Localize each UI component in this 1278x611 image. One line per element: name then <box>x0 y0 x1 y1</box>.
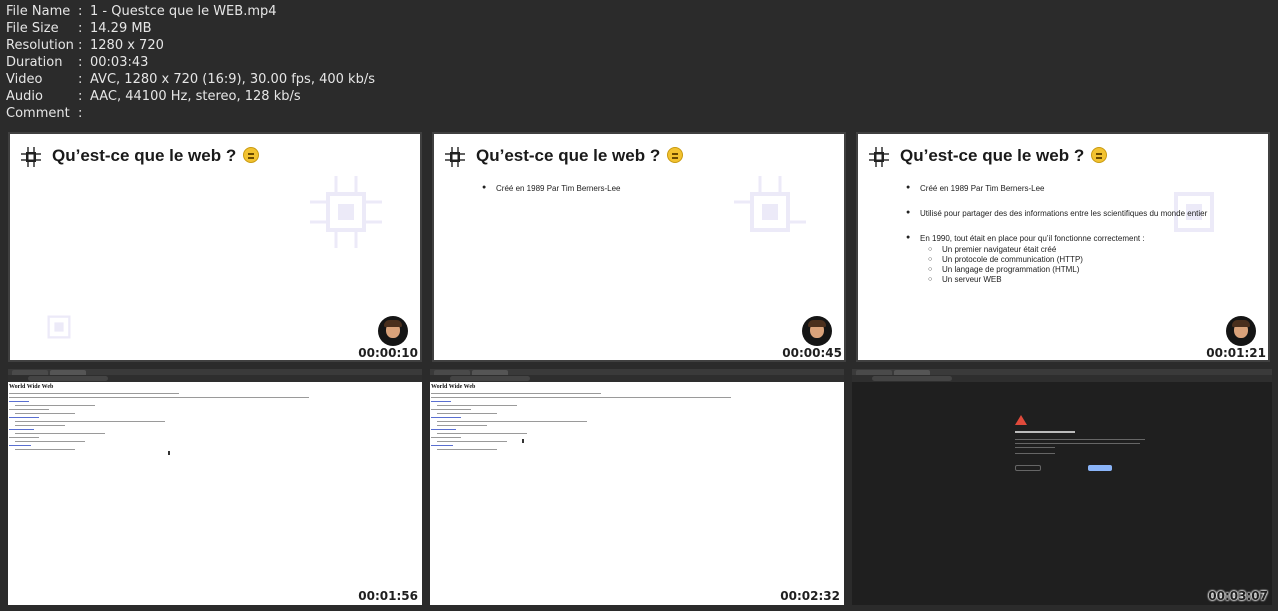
presenter-avatar <box>1226 316 1256 346</box>
mouse-cursor-icon <box>522 439 524 443</box>
bullet-item: Créé en 1989 Par Tim Berners-Lee <box>482 184 621 193</box>
info-value: 00:03:43 <box>90 55 149 70</box>
timecode: 00:02:32 <box>780 589 840 603</box>
presenter-avatar <box>378 316 408 346</box>
info-value: 1280 x 720 <box>90 38 164 53</box>
info-colon: : <box>78 21 83 36</box>
url-field <box>28 376 108 381</box>
address-bar <box>430 375 844 382</box>
info-colon: : <box>78 55 83 70</box>
slide-title-text: Qu’est-ce que le web ? <box>476 146 661 165</box>
info-row-file-size: File Size:14.29 MB <box>6 20 375 37</box>
address-bar <box>852 375 1272 382</box>
web-page: World Wide Web <box>430 382 844 450</box>
thinking-emoji-icon <box>1090 147 1107 163</box>
error-text-line <box>1015 453 1055 454</box>
address-bar <box>8 375 422 382</box>
back-to-safety-button[interactable] <box>1088 465 1112 471</box>
browser-window <box>852 369 1272 605</box>
slide-title: Qu’est-ce que le web ? <box>900 146 1107 166</box>
chip-watermark-icon <box>734 176 806 232</box>
chip-logo-icon <box>21 147 41 167</box>
thumbnail-1[interactable]: Qu’est-ce que le web ? 00:00:10 <box>8 132 422 362</box>
slide: Qu’est-ce que le web ? Créé en 1989 Par … <box>856 132 1270 362</box>
info-row-video: Video: AVC, 1280 x 720 (16:9), 30.00 fps,… <box>6 71 375 88</box>
info-value: AVC, 1280 x 720 (16:9), 30.00 fps, 400 k… <box>90 72 375 87</box>
info-colon: : <box>78 106 83 121</box>
error-text-line <box>1015 439 1145 440</box>
thumbnail-2[interactable]: Qu’est-ce que le web ? Créé en 1989 Par … <box>432 132 846 362</box>
slide-title: Qu’est-ce que le web ? <box>52 146 259 166</box>
browser-window: World Wide Web <box>8 369 422 605</box>
info-row-resolution: Resolution:1280 x 720 <box>6 37 375 54</box>
info-label: Comment <box>6 106 70 121</box>
bullet-item: En 1990, tout était en place pour qu’il … <box>906 234 1207 285</box>
presenter-avatar <box>802 316 832 346</box>
chip-logo-icon <box>869 147 889 167</box>
chip-watermark-icon <box>310 176 382 248</box>
info-row-audio: Audio: AAC, 44100 Hz, stereo, 128 kb/s <box>6 88 375 105</box>
timecode: 00:01:56 <box>358 589 418 603</box>
sub-bullets: Un premier navigateur était créé Un prot… <box>920 245 1207 285</box>
slide-title-text: Qu’est-ce que le web ? <box>900 146 1085 165</box>
browser-window: World Wide Web <box>430 369 844 605</box>
info-value: 14.29 MB <box>90 21 152 36</box>
sub-bullet-item: Un serveur WEB <box>920 275 1207 285</box>
error-heading <box>1015 431 1075 433</box>
thumbnail-3[interactable]: Qu’est-ce que le web ? Créé en 1989 Par … <box>856 132 1270 362</box>
page-heading: World Wide Web <box>9 384 54 390</box>
timecode: 00:01:21 <box>1206 346 1266 360</box>
info-row-comment: Comment: <box>6 105 375 122</box>
bullet-item: Utilisé pour partager des des informatio… <box>906 209 1207 218</box>
info-value: 1 - Questce que le WEB.mp4 <box>90 4 277 19</box>
info-row-file-name: File Name:1 - Questce que le WEB.mp4 <box>6 3 375 20</box>
info-label: File Name <box>6 4 71 19</box>
chip-watermark-icon <box>47 315 71 339</box>
file-info: File Name:1 - Questce que le WEB.mp4 Fil… <box>6 3 375 122</box>
thinking-emoji-icon <box>666 147 683 163</box>
slide: Qu’est-ce que le web ? <box>8 132 422 362</box>
thinking-emoji-icon <box>242 147 259 163</box>
web-page: World Wide Web <box>8 382 422 450</box>
info-label: Resolution <box>6 38 74 53</box>
info-label: Duration <box>6 55 63 70</box>
timecode: 00:00:10 <box>358 346 418 360</box>
error-text-line <box>1015 447 1055 448</box>
error-text-line <box>1015 443 1140 444</box>
advanced-button[interactable] <box>1015 465 1041 471</box>
thumbnail-6[interactable]: 00:03:07 <box>852 369 1272 605</box>
timecode: 00:00:45 <box>782 346 842 360</box>
info-label: Audio <box>6 89 43 104</box>
sub-bullet-item: Un premier navigateur était créé <box>920 245 1207 255</box>
timecode: 00:03:07 <box>1208 589 1268 603</box>
mouse-cursor-icon <box>168 451 170 455</box>
info-value: AAC, 44100 Hz, stereo, 128 kb/s <box>90 89 301 104</box>
info-label: Video <box>6 72 43 87</box>
warning-icon <box>1015 415 1027 425</box>
slide: Qu’est-ce que le web ? Créé en 1989 Par … <box>432 132 846 362</box>
url-field <box>450 376 530 381</box>
slide-title-text: Qu’est-ce que le web ? <box>52 146 237 165</box>
page-heading: World Wide Web <box>431 384 476 390</box>
info-colon: : <box>78 38 83 53</box>
sub-bullet-item: Un protocole de communication (HTTP) <box>920 255 1207 265</box>
bullet-text: En 1990, tout était en place pour qu’il … <box>920 234 1145 243</box>
url-field <box>872 376 952 381</box>
slide-title: Qu’est-ce que le web ? <box>476 146 683 166</box>
info-colon: : <box>78 89 83 104</box>
sub-bullet-item: Un langage de programmation (HTML) <box>920 265 1207 275</box>
slide-bullets: Créé en 1989 Par Tim Berners-Lee Utilisé… <box>906 184 1207 285</box>
bullet-item: Créé en 1989 Par Tim Berners-Lee <box>906 184 1207 193</box>
thumbnail-5[interactable]: World Wide Web 00:02:32 <box>430 369 844 605</box>
info-colon: : <box>78 4 83 19</box>
thumbnail-4[interactable]: World Wide Web 00:01:56 <box>8 369 422 605</box>
info-label: File Size <box>6 21 59 36</box>
chip-logo-icon <box>445 147 465 167</box>
info-colon: : <box>78 72 83 87</box>
slide-bullets: Créé en 1989 Par Tim Berners-Lee <box>482 184 621 193</box>
info-row-duration: Duration:00:03:43 <box>6 54 375 71</box>
